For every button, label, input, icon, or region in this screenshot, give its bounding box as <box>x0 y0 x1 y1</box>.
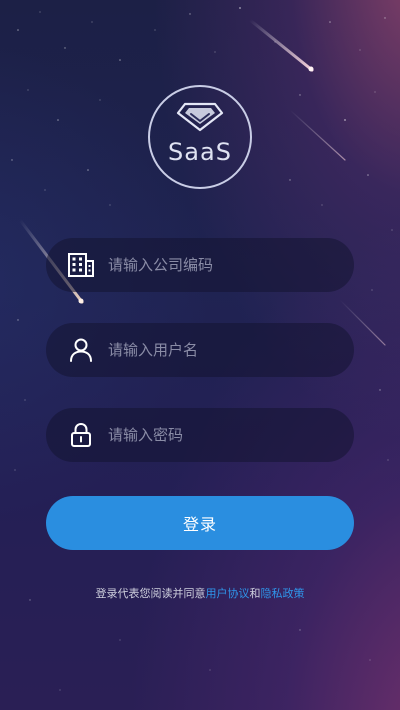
agreement-prefix: 登录代表您阅读并同意 <box>95 587 206 600</box>
privacy-policy-link[interactable]: 隐私政策 <box>261 587 305 600</box>
user-agreement-link[interactable]: 用户协议 <box>206 587 250 600</box>
login-button[interactable]: 登录 <box>46 496 354 550</box>
password-input[interactable] <box>108 408 338 462</box>
diamond-icon <box>176 102 224 132</box>
user-icon <box>68 337 94 363</box>
agreement-conjunction: 和 <box>249 587 261 600</box>
company-code-field[interactable] <box>46 238 354 292</box>
username-field[interactable] <box>46 323 354 377</box>
building-icon <box>68 252 94 278</box>
logo-text: SaaS <box>168 138 232 166</box>
username-input[interactable] <box>108 323 338 377</box>
agreement-text: 登录代表您阅读并同意用户协议和隐私政策 <box>0 585 400 601</box>
password-field[interactable] <box>46 408 354 462</box>
company-code-input[interactable] <box>108 238 338 292</box>
lock-icon <box>68 422 94 448</box>
saas-logo: SaaS <box>147 84 253 190</box>
login-screen: SaaS 请输入公司编码 请输入用户名 登录 登录代表您阅读并同意用户协议和隐私… <box>0 0 400 710</box>
